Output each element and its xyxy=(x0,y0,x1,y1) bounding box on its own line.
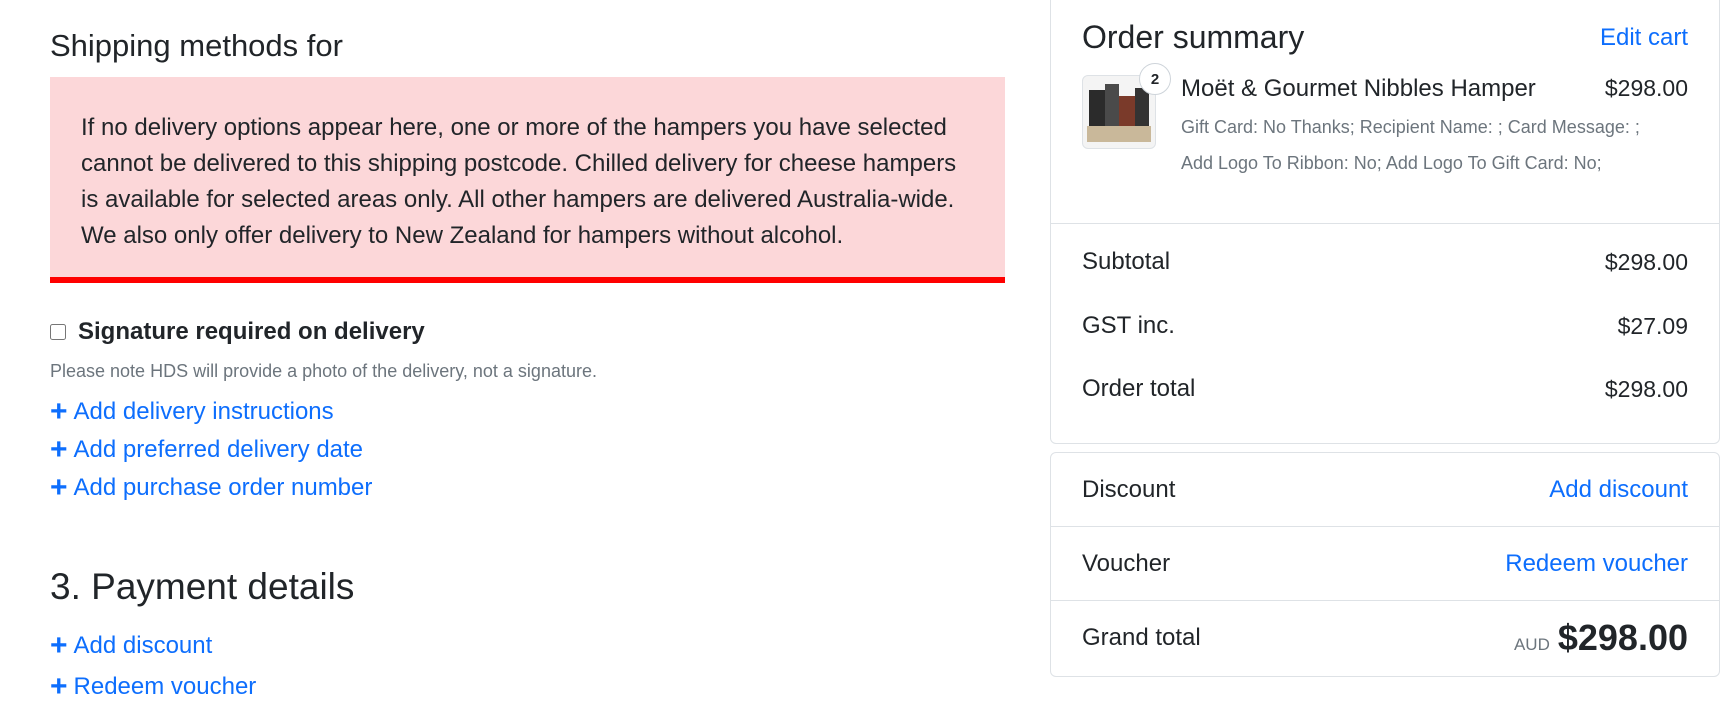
discount-label: Discount xyxy=(1082,475,1176,503)
item-name: Moët & Gourmet Nibbles Hamper xyxy=(1181,75,1536,102)
order-total-value: $298.00 xyxy=(1604,375,1688,402)
subtotal-label: Subtotal xyxy=(1082,248,1171,275)
summary-divider xyxy=(1051,223,1719,224)
item-options: Gift Card: No Thanks; Recipient Name: ; … xyxy=(1181,109,1640,181)
order-summary-header: Order summary Edit cart xyxy=(1082,19,1688,56)
signature-option: Signature required on delivery xyxy=(50,318,425,346)
order-total-label: Order total xyxy=(1082,375,1196,402)
item-price: $298.00 xyxy=(1604,75,1688,101)
edit-cart-link[interactable]: Edit cart xyxy=(1600,24,1688,52)
voucher-row: Voucher Redeem voucher xyxy=(1051,527,1719,600)
order-summary-title: Order summary xyxy=(1082,19,1305,55)
voucher-label: Voucher xyxy=(1082,549,1171,577)
order-summary-card: Order summary Edit cart 2 Moët & Gourmet… xyxy=(1050,0,1720,444)
gst-row: GST inc. $27.09 xyxy=(1082,312,1688,340)
add-delivery-instructions-link[interactable]: + Add delivery instructions xyxy=(50,395,334,428)
grand-total-label: Grand total xyxy=(1082,623,1201,651)
shipping-methods-heading: Shipping methods for xyxy=(50,28,343,63)
plus-icon: + xyxy=(50,670,68,703)
order-total-row: Order total $298.00 xyxy=(1082,375,1688,403)
plus-icon: + xyxy=(50,433,68,466)
grand-total-row: Grand total AUD $298.00 xyxy=(1051,601,1719,674)
item-options-line: Gift Card: No Thanks; Recipient Name: ; … xyxy=(1181,117,1640,137)
redeem-voucher-link[interactable]: + Redeem voucher xyxy=(50,670,256,703)
grand-total-amount: AUD $298.00 xyxy=(1514,617,1688,659)
plus-icon: + xyxy=(50,471,68,504)
item-options-line: Add Logo To Ribbon: No; Add Logo To Gift… xyxy=(1181,153,1602,173)
subtotal-value: $298.00 xyxy=(1604,248,1688,275)
add-preferred-delivery-date-link[interactable]: + Add preferred delivery date xyxy=(50,433,363,466)
signature-note: Please note HDS will provide a photo of … xyxy=(50,361,597,381)
plus-icon: + xyxy=(50,629,68,662)
redeem-voucher-summary-link[interactable]: Redeem voucher xyxy=(1505,550,1688,578)
signature-label[interactable]: Signature required on delivery xyxy=(78,318,425,346)
payment-details-heading: 3. Payment details xyxy=(50,566,355,607)
totals-card: Discount Add discount Voucher Redeem vou… xyxy=(1050,452,1720,677)
grand-total-value: $298.00 xyxy=(1557,616,1688,658)
gst-value: $27.09 xyxy=(1617,312,1688,339)
currency-code: AUD xyxy=(1513,634,1550,654)
discount-row: Discount Add discount xyxy=(1051,453,1719,526)
add-discount-link[interactable]: + Add discount xyxy=(50,629,212,662)
gst-label: GST inc. xyxy=(1082,312,1175,339)
cart-item: 2 Moët & Gourmet Nibbles Hamper $298.00 … xyxy=(1082,63,1688,195)
plus-icon: + xyxy=(50,395,68,428)
signature-checkbox[interactable] xyxy=(50,324,66,340)
subtotal-row: Subtotal $298.00 xyxy=(1082,248,1688,276)
delivery-alert: If no delivery options appear here, one … xyxy=(50,77,1005,283)
quantity-badge: 2 xyxy=(1139,63,1171,95)
add-purchase-order-number-link[interactable]: + Add purchase order number xyxy=(50,471,372,504)
add-discount-summary-link[interactable]: Add discount xyxy=(1549,476,1688,504)
